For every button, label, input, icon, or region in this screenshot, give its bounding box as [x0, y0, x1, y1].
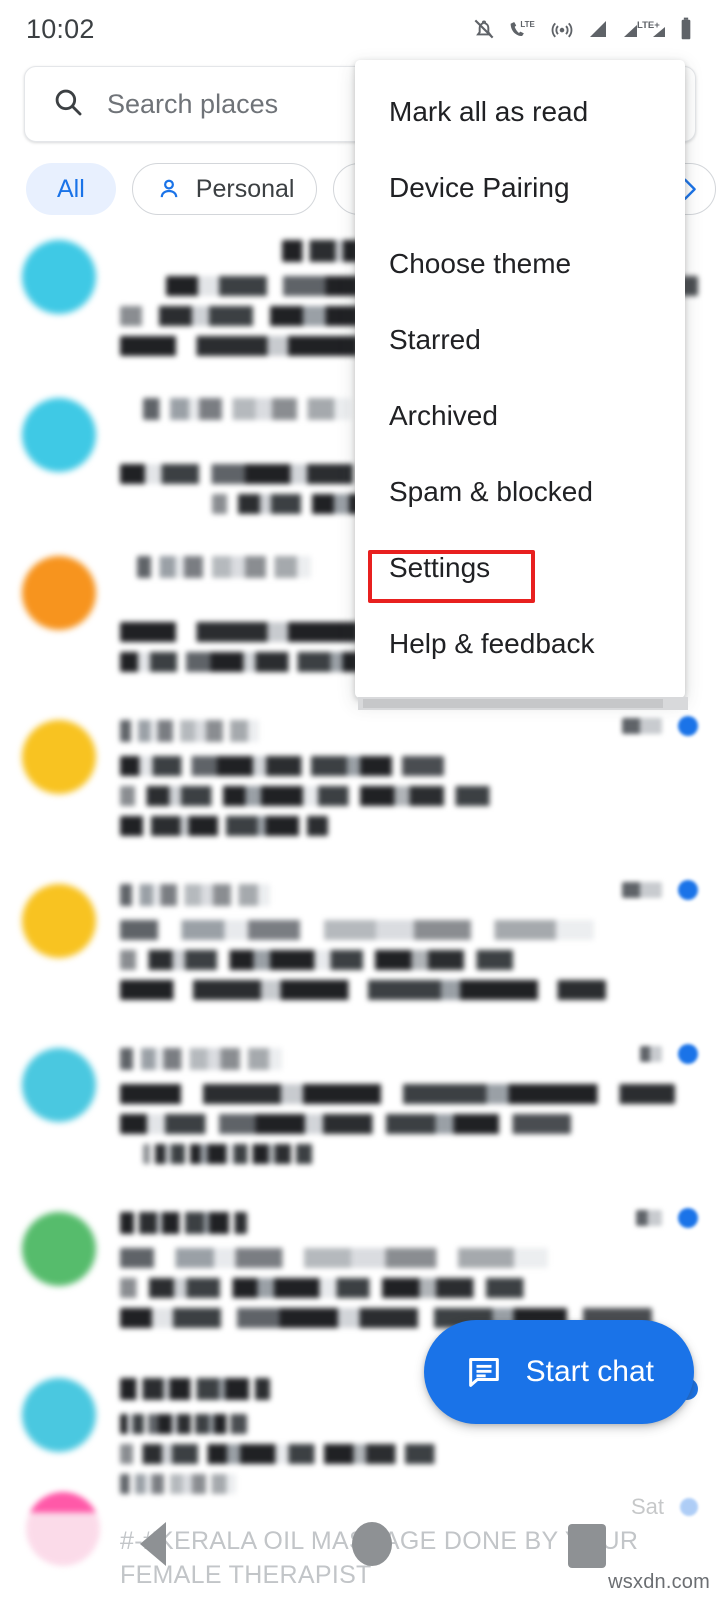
phone-screen: 10:02 LTE LTE+ Search places All Persona… [0, 0, 720, 1600]
list-item[interactable] [0, 1024, 720, 1188]
menu-scrollbar[interactable] [358, 697, 688, 710]
chat-content [120, 880, 698, 1010]
status-icon-group: LTE LTE+ [471, 16, 694, 42]
chat-title [137, 556, 311, 578]
battery-icon [678, 16, 694, 42]
status-time: 10:02 [26, 13, 95, 44]
chat-snippet [120, 1114, 571, 1134]
chat-snippet [120, 816, 329, 836]
menu-item-archived[interactable]: Archived [355, 378, 685, 454]
avatar [22, 398, 96, 472]
chat-snippet [120, 756, 444, 776]
avatar [22, 556, 96, 630]
chat-snippet [120, 1248, 548, 1268]
chip-all[interactable]: All [26, 163, 116, 215]
chat-snippet [120, 786, 502, 806]
chat-meta [622, 716, 698, 736]
start-chat-label: Start chat [525, 1355, 654, 1388]
chat-meta [636, 1208, 698, 1228]
list-item[interactable] [0, 860, 720, 1024]
menu-item-label: Device Pairing [389, 172, 570, 203]
avatar [22, 884, 96, 958]
menu-item-starred[interactable]: Starred [355, 302, 685, 378]
menu-item-label: Help & feedback [389, 628, 595, 659]
chat-title [120, 1048, 282, 1070]
avatar [22, 240, 96, 314]
unread-indicator [678, 1044, 698, 1064]
watermark: wsxdn.com [608, 1571, 710, 1593]
menu-item-device-pairing[interactable]: Device Pairing [355, 150, 685, 226]
timestamp [622, 882, 662, 898]
chip-personal[interactable]: Personal [131, 163, 318, 215]
chip-all-label: All [57, 174, 85, 203]
menu-item-choose-theme[interactable]: Choose theme [355, 226, 685, 302]
chat-title [120, 884, 271, 906]
chat-content [120, 716, 698, 846]
chat-title [120, 720, 259, 742]
menu-item-label: Settings [389, 552, 491, 583]
menu-item-label: Spam & blocked [389, 476, 593, 507]
chat-snippet [120, 920, 594, 940]
signal-bars-icon [586, 17, 610, 41]
chat-snippet [120, 1414, 248, 1434]
overflow-menu: Mark all as read Device Pairing Choose t… [355, 60, 685, 698]
menu-item-label: Starred [389, 324, 481, 355]
phone-lte-icon: LTE [508, 16, 538, 42]
menu-item-help-and-feedback[interactable]: Help & feedback [355, 606, 685, 682]
chat-snippet [120, 950, 525, 970]
start-chat-button[interactable]: Start chat [423, 1320, 694, 1424]
svg-text:LTE: LTE [520, 20, 534, 29]
person-icon [155, 175, 183, 203]
unread-indicator [678, 716, 698, 736]
chat-snippet [120, 1084, 675, 1104]
avatar [22, 1212, 96, 1286]
chat-meta [640, 1044, 698, 1064]
chat-content [120, 1208, 698, 1338]
chat-meta [622, 880, 698, 900]
menu-item-label: Mark all as read [389, 96, 589, 127]
menu-item-mark-all-as-read[interactable]: Mark all as read [355, 74, 685, 150]
avatar [22, 1378, 96, 1452]
menu-item-spam-and-blocked[interactable]: Spam & blocked [355, 454, 685, 530]
lte-plus-signal-icon: LTE+ [621, 17, 667, 41]
avatar [22, 720, 96, 794]
chat-snippet [120, 980, 606, 1000]
chat-title [120, 1378, 271, 1400]
message-icon [464, 1352, 504, 1392]
status-bar: 10:02 LTE LTE+ [0, 0, 720, 58]
list-item[interactable] [0, 696, 720, 860]
chat-snippet [120, 1278, 537, 1298]
svg-text:LTE+: LTE+ [637, 20, 660, 31]
chat-title [143, 398, 352, 420]
chat-snippet [120, 1444, 444, 1464]
search-input[interactable]: Search places [107, 89, 278, 120]
menu-item-settings[interactable]: Settings [355, 530, 685, 606]
menu-item-label: Archived [389, 400, 498, 431]
unread-indicator [678, 880, 698, 900]
back-triangle-icon[interactable] [140, 1522, 166, 1566]
avatar [22, 1048, 96, 1122]
unread-indicator [678, 1208, 698, 1228]
chat-content [120, 1044, 698, 1174]
menu-item-label: Choose theme [389, 248, 572, 279]
chat-title [120, 1212, 248, 1234]
timestamp [640, 1046, 662, 1062]
timestamp [636, 1210, 662, 1226]
home-circle-icon[interactable] [352, 1522, 392, 1566]
search-icon [51, 85, 85, 124]
hotspot-icon [549, 16, 575, 42]
chat-snippet [143, 1144, 317, 1164]
recents-square-icon[interactable] [568, 1524, 606, 1568]
timestamp [622, 718, 662, 734]
chip-personal-label: Personal [195, 174, 295, 203]
bell-off-icon [471, 16, 497, 42]
